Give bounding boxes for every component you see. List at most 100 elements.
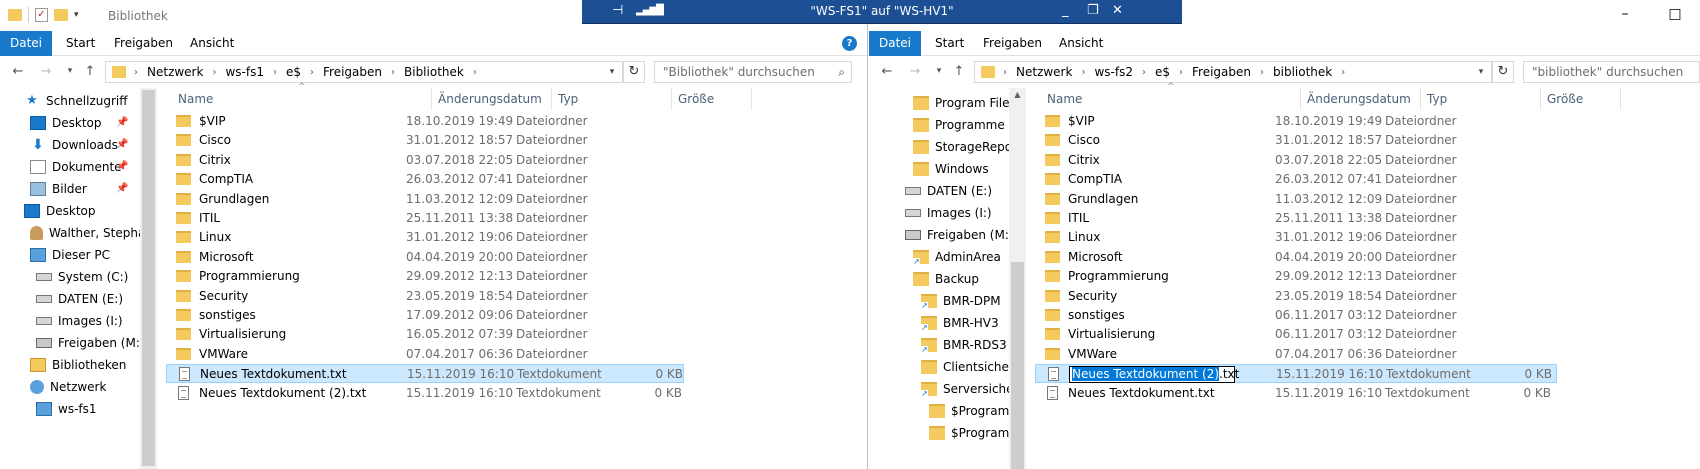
column-header-size[interactable]: Größe	[672, 88, 752, 110]
rdp-minimize-button[interactable]: _	[1062, 3, 1069, 18]
breadcrumb-item[interactable]: Freigaben	[323, 65, 382, 79]
address-bar[interactable]: › Netzwerk › ws-fs1 › e$ › Freigaben › B…	[105, 61, 623, 83]
scrollbar-thumb[interactable]	[142, 90, 155, 466]
file-row[interactable]: Linux 31.01.2012 19:06 Dateiordner	[1035, 228, 1557, 247]
tab-ansicht[interactable]: Ansicht	[180, 31, 244, 56]
recent-locations-button[interactable]: ▾	[62, 66, 78, 76]
maximize-button[interactable]: □	[1665, 6, 1685, 22]
file-row[interactable]: Linux 31.01.2012 19:06 Dateiordner	[166, 228, 684, 247]
chevron-right-icon[interactable]: ›	[473, 67, 477, 78]
scrollbar-thumb[interactable]	[1011, 262, 1024, 469]
rdp-close-button[interactable]: ✕	[1112, 3, 1123, 18]
navigation-pane-scrollbar[interactable]	[140, 88, 157, 469]
file-row[interactable]: $VIP 18.10.2019 19:49 Dateiordner	[166, 112, 684, 131]
breadcrumb-item[interactable]: Netzwerk	[147, 65, 203, 79]
nav-item[interactable]: ⬇ Downloads	[30, 134, 118, 156]
tab-datei[interactable]: Datei	[869, 31, 922, 56]
chevron-right-icon[interactable]: ›	[212, 67, 216, 78]
forward-button[interactable]: →	[907, 64, 923, 79]
nav-item[interactable]: Program Files	[913, 92, 1009, 114]
pin-icon[interactable]: 📌	[116, 117, 128, 128]
minimize-button[interactable]: –	[1615, 6, 1635, 22]
column-header-type[interactable]: Typ	[552, 88, 672, 110]
nav-item[interactable]: Freigaben (M:)	[36, 332, 140, 354]
nav-item[interactable]: StorageReports	[913, 136, 1009, 158]
nav-item[interactable]: Bibliotheken	[30, 354, 126, 376]
chevron-right-icon[interactable]: ›	[1341, 67, 1345, 78]
file-row[interactable]: VMWare 07.04.2017 06:36 Dateiordner	[166, 345, 684, 364]
refresh-button[interactable]: ↻	[1492, 61, 1514, 83]
file-row[interactable]: Microsoft 04.04.2019 20:00 Dateiordner	[1035, 248, 1557, 267]
navigation-pane-scrollbar[interactable]: ▲	[1009, 88, 1026, 469]
chevron-right-icon[interactable]: ›	[134, 67, 138, 78]
remote-desktop-connection-bar[interactable]: ⊣ ▂▄▆█ "WS-FS1" auf "WS-HV1" _ ❐ ✕	[582, 0, 1182, 24]
nav-item[interactable]: Desktop	[30, 112, 102, 134]
chevron-right-icon[interactable]: ›	[273, 67, 277, 78]
file-row[interactable]: Cisco 31.01.2012 18:57 Dateiordner	[1035, 131, 1557, 150]
breadcrumb-item[interactable]: ws-fs2	[1094, 65, 1133, 79]
file-row[interactable]: Programmierung 29.09.2012 12:13 Dateiordne…	[1035, 267, 1557, 286]
chevron-right-icon[interactable]: ›	[310, 67, 314, 78]
nav-item[interactable]: ★ Schnellzugriff	[24, 90, 127, 112]
file-row[interactable]: Security 23.05.2019 18:54 Dateiordner	[1035, 287, 1557, 306]
file-row[interactable]: Security 23.05.2019 18:54 Dateiordner	[166, 287, 684, 306]
tab-ansicht[interactable]: Ansicht	[1049, 31, 1113, 56]
rename-input[interactable]: Neues Textdokument (2).txt	[1069, 366, 1239, 384]
nav-item[interactable]: Clientsicherung	[921, 356, 1009, 378]
tab-datei[interactable]: Datei	[0, 31, 53, 56]
nav-item[interactable]: Programme	[913, 114, 1005, 136]
pin-icon[interactable]: 📌	[116, 183, 128, 194]
file-row[interactable]: ITIL 25.11.2011 13:38 Dateiordner	[166, 209, 684, 228]
file-row[interactable]: Virtualisierung 06.11.2017 03:12 Dateiordn…	[1035, 325, 1557, 344]
tab-start[interactable]: Start	[56, 31, 105, 56]
nav-item[interactable]: ws-fs1	[36, 398, 97, 420]
file-row[interactable]: Citrix 03.07.2018 22:05 Dateiordner	[166, 151, 684, 170]
nav-item[interactable]: Dieser PC	[30, 244, 110, 266]
file-row[interactable]: Neues Textdokument (2).txt 15.11.2019 16:…	[1035, 364, 1557, 384]
file-row[interactable]: Neues Textdokument (2).txt 15.11.2019 16:…	[166, 384, 684, 403]
new-folder-icon[interactable]	[54, 9, 68, 21]
column-header-date[interactable]: Änderungsdatum	[432, 88, 552, 110]
breadcrumb-item[interactable]: ws-fs1	[225, 65, 264, 79]
nav-item[interactable]: Walther, Stephan	[30, 222, 140, 244]
forward-button[interactable]: →	[38, 64, 54, 79]
nav-item[interactable]: Desktop	[24, 200, 96, 222]
nav-item[interactable]: BMR-RDS3	[921, 334, 1007, 356]
nav-item[interactable]: Netzwerk	[30, 376, 106, 398]
up-button[interactable]: ↑	[82, 64, 98, 79]
refresh-button[interactable]: ↻	[623, 61, 645, 83]
file-row[interactable]: CompTIA 26.03.2012 07:41 Dateiordner	[166, 170, 684, 189]
nav-item[interactable]: $Programm	[929, 422, 1009, 444]
file-row[interactable]: Grundlagen 11.03.2012 12:09 Dateiordner	[166, 190, 684, 209]
nav-item[interactable]: $Programm	[929, 400, 1009, 422]
nav-item[interactable]: AdminArea	[913, 246, 1001, 268]
breadcrumb-item[interactable]: e$	[1155, 65, 1170, 79]
search-input[interactable]: "Bibliothek" durchsuchen ⌕	[654, 61, 852, 83]
file-row[interactable]: Neues Textdokument.txt 15.11.2019 16:10 Te…	[1035, 384, 1557, 403]
address-bar[interactable]: › Netzwerk › ws-fs2 › e$ › Freigaben › b…	[974, 61, 1492, 83]
nav-item[interactable]: Serversicherung	[921, 378, 1009, 400]
nav-item[interactable]: Dokumente	[30, 156, 122, 178]
chevron-right-icon[interactable]: ›	[391, 67, 395, 78]
column-header-size[interactable]: Größe	[1541, 88, 1621, 110]
tab-freigaben[interactable]: Freigaben	[973, 31, 1052, 56]
file-row[interactable]: CompTIA 26.03.2012 07:41 Dateiordner	[1035, 170, 1557, 189]
nav-item[interactable]: Bilder	[30, 178, 87, 200]
chevron-down-icon[interactable]: ▾	[604, 62, 620, 82]
properties-icon[interactable]: ✓	[35, 8, 48, 22]
recent-locations-button[interactable]: ▾	[931, 66, 947, 76]
nav-item[interactable]: Images (I:)	[36, 310, 123, 332]
nav-item[interactable]: BMR-HV3	[921, 312, 999, 334]
nav-item[interactable]: Backup	[913, 268, 979, 290]
column-header-date[interactable]: Änderungsdatum	[1301, 88, 1421, 110]
chevron-right-icon[interactable]: ›	[1179, 67, 1183, 78]
breadcrumb-item[interactable]: Bibliothek	[404, 65, 464, 79]
breadcrumb-item[interactable]: Freigaben	[1192, 65, 1251, 79]
file-row[interactable]: Programmierung 29.09.2012 12:13 Dateiordne…	[166, 267, 684, 286]
nav-item[interactable]: Freigaben (M:)	[905, 224, 1009, 246]
file-row[interactable]: Microsoft 04.04.2019 20:00 Dateiordner	[166, 248, 684, 267]
help-icon[interactable]: ?	[842, 36, 857, 51]
nav-item[interactable]: System (C:)	[36, 266, 128, 288]
chevron-down-icon[interactable]: ▾	[1473, 62, 1489, 82]
breadcrumb-item[interactable]: e$	[286, 65, 301, 79]
